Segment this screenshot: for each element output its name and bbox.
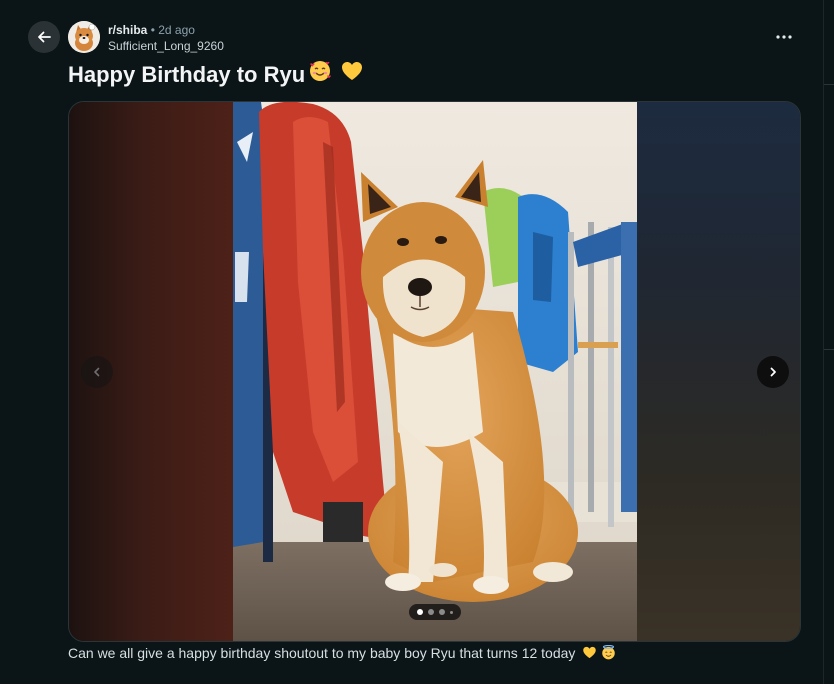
meta-separator: • <box>150 23 155 37</box>
pagination-dot[interactable] <box>417 609 423 615</box>
post-title: Happy Birthday to Ryu <box>68 59 364 90</box>
back-button[interactable] <box>28 21 60 53</box>
post-body: Can we all give a happy birthday shoutou… <box>68 644 616 664</box>
chevron-right-icon <box>770 367 776 377</box>
sidebar-divider <box>823 0 824 684</box>
post-meta: r/shiba • 2d ago <box>108 23 195 37</box>
pagination-dot[interactable] <box>450 610 453 614</box>
more-options-icon <box>776 35 792 39</box>
chevron-left-icon <box>94 367 100 377</box>
image-gallery[interactable] <box>68 101 801 642</box>
divider-tick <box>824 349 834 350</box>
divider-tick <box>824 84 834 85</box>
gallery-next-button[interactable] <box>757 356 789 388</box>
yellow-heart-icon <box>340 59 364 90</box>
pagination-dot[interactable] <box>439 609 445 615</box>
post-body-text: Can we all give a happy birthday shoutou… <box>68 645 576 661</box>
smiling-face-with-hearts-icon <box>308 59 332 90</box>
gallery-previous-button[interactable] <box>81 356 113 388</box>
pagination-dot[interactable] <box>428 609 434 615</box>
subreddit-avatar[interactable] <box>68 21 100 53</box>
shiba-avatar-icon <box>68 21 100 53</box>
smiling-face-with-halo-icon <box>601 644 616 664</box>
post-page: r/shiba • 2d ago Sufficient_Long_9260 Ha… <box>0 0 834 684</box>
subreddit-link[interactable]: r/shiba <box>108 23 147 37</box>
post-time: 2d ago <box>158 23 195 37</box>
more-options-button[interactable] <box>770 26 798 48</box>
yellow-heart-icon <box>582 645 597 664</box>
gallery-pagination <box>409 604 461 620</box>
post-title-text: Happy Birthday to Ryu <box>68 61 306 87</box>
author-link[interactable]: Sufficient_Long_9260 <box>108 39 224 53</box>
gallery-image[interactable] <box>233 102 637 641</box>
back-arrow-icon <box>38 31 51 43</box>
shiba-photo <box>233 102 637 641</box>
